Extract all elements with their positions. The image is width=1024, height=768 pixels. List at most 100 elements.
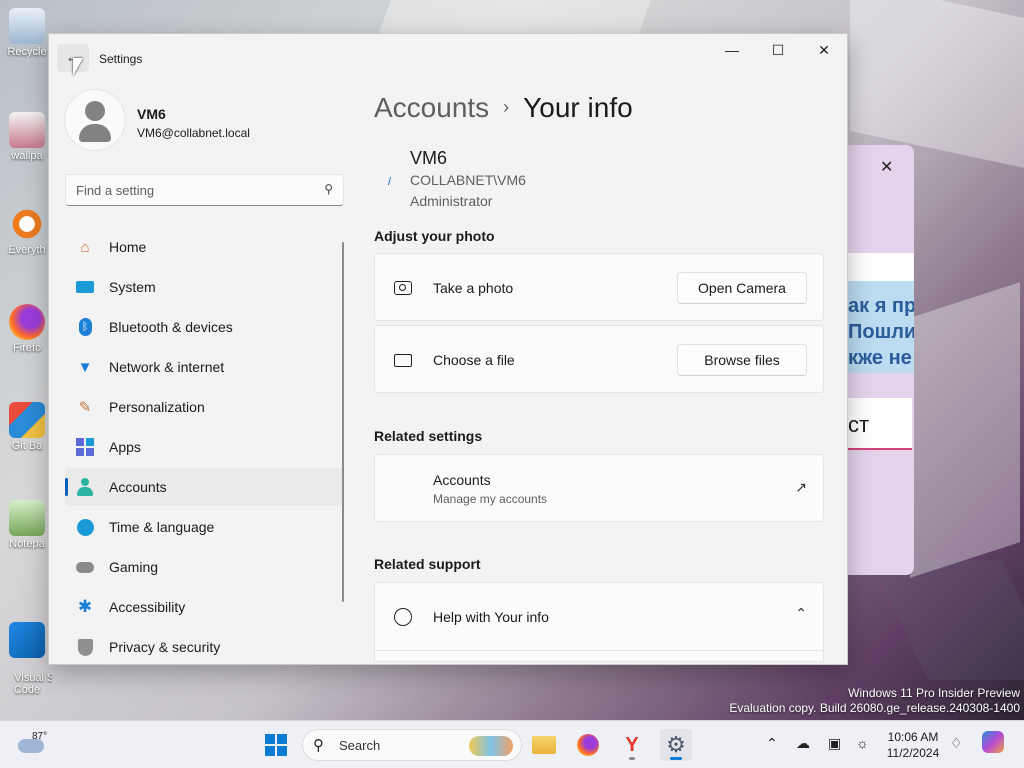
maximize-button[interactable]: ☐: [755, 34, 801, 66]
minimize-button[interactable]: —: [709, 34, 755, 66]
profile-name: VM6: [137, 106, 166, 122]
accounts-link-card[interactable]: Accounts Manage my accounts ↗: [374, 454, 824, 522]
start-button[interactable]: [265, 734, 287, 756]
sidebar-item-privacy-security[interactable]: Privacy & security: [65, 628, 343, 664]
dialog-text-line: ак я пр: [848, 295, 914, 317]
sidebar-item-label: Privacy & security: [109, 639, 221, 655]
weather-widget[interactable]: 87°: [14, 729, 54, 761]
browse-files-button[interactable]: Browse files: [677, 344, 807, 376]
sidebar-item-label: System: [109, 279, 156, 295]
help-your-info-label: Help with Your info: [433, 609, 549, 625]
yandex-taskbar-button[interactable]: Y: [616, 729, 648, 761]
user-name: VM6: [410, 148, 448, 168]
weather-temp: 87°: [32, 731, 48, 742]
sidebar-item-time-language[interactable]: Time & language: [65, 508, 343, 546]
sidebar-item-bluetooth[interactable]: ᛒ Bluetooth & devices: [65, 308, 343, 346]
dialog-input[interactable]: ст: [846, 398, 912, 450]
search-icon: ⚲: [313, 737, 324, 754]
chevron-up-icon[interactable]: ⌃: [795, 605, 807, 622]
file-explorer-button[interactable]: [528, 729, 560, 761]
close-icon: ✕: [818, 41, 830, 58]
desktop-icon-vscode[interactable]: Visual St Code: [2, 598, 52, 708]
profile-card[interactable]: VM6 VM6@collabnet.local: [65, 90, 345, 158]
chevron-up-icon[interactable]: ⌃: [766, 735, 778, 752]
watermark-line2: Evaluation copy. Build 26080.ge_release.…: [729, 701, 1020, 715]
notepad-icon: [9, 500, 45, 536]
find-setting-search[interactable]: ⚲: [65, 174, 344, 206]
vscode-icon: [9, 622, 45, 658]
desktop-icon-recycle-bin[interactable]: Recycle: [2, 8, 52, 58]
folder-icon: [393, 350, 413, 370]
gear-icon: ⚙: [666, 732, 686, 757]
magnifier-icon: [9, 206, 45, 242]
open-camera-button[interactable]: Open Camera: [677, 272, 807, 304]
bell-icon[interactable]: ♢: [950, 735, 963, 752]
desktop-icon-firefox[interactable]: Firefo: [2, 304, 52, 354]
external-link-icon: ↗: [795, 479, 807, 495]
title-bar[interactable]: ← Settings — ☐ ✕: [49, 34, 847, 82]
brush-icon: ✎: [78, 399, 92, 416]
sidebar-item-personalization[interactable]: ✎ Personalization: [65, 388, 343, 426]
breadcrumb-parent[interactable]: Accounts: [374, 92, 489, 123]
firefox-taskbar-button[interactable]: [572, 729, 604, 761]
apps-icon: [75, 438, 95, 456]
sidebar-item-accessibility[interactable]: ✱ Accessibility: [65, 588, 343, 626]
sidebar-item-accounts[interactable]: Accounts: [65, 468, 343, 506]
dialog-text-line: Пошли: [848, 321, 914, 343]
git-bash-icon: [9, 402, 45, 438]
section-title-related-settings: Related settings: [374, 428, 483, 444]
taskbar-search-label: Search: [339, 738, 381, 753]
sidebar-item-label: Apps: [109, 439, 141, 455]
sidebar-nav: ⌂ Home System ᛒ Bluetooth & devices ▼ Ne…: [65, 228, 343, 664]
loading-indicator-icon: /: [388, 176, 392, 188]
system-icon: [75, 278, 95, 296]
desktop-icon-notepad[interactable]: Notepa: [2, 500, 52, 550]
desktop-icon-wallpaper[interactable]: wallpa: [2, 112, 52, 162]
sidebar-item-label: Accounts: [109, 479, 167, 495]
desktop-icon-everything[interactable]: Everyth: [2, 206, 52, 256]
network-icon[interactable]: ▣: [828, 735, 841, 752]
globe-help-icon: [393, 607, 413, 627]
desktop-icon-label: Recycle: [7, 46, 47, 58]
desktop-icon-label: wallpa: [11, 150, 43, 162]
settings-taskbar-button[interactable]: ⚙: [660, 729, 692, 761]
minimize-icon: —: [725, 42, 739, 58]
image-icon: [9, 112, 45, 148]
sidebar-item-label: Bluetooth & devices: [109, 319, 233, 335]
search-highlight-icon: [469, 736, 513, 756]
copilot-icon[interactable]: [982, 731, 1004, 753]
desktop-icon-git-bash[interactable]: Git Ba: [2, 402, 52, 452]
close-icon[interactable]: ✕: [880, 157, 893, 177]
recycle-bin-icon: [9, 8, 45, 44]
divider: [375, 650, 823, 651]
sidebar-item-gaming[interactable]: Gaming: [65, 548, 343, 586]
taskbar: 87° ⚲ Search Y ⚙ ⌃ ☁ ▣ ☼ 10:06 AM 11/2/2…: [0, 720, 1024, 768]
globe-clock-icon: [75, 518, 95, 536]
background-dialog: ✕ ак я пр Пошли кже не ст: [846, 145, 914, 575]
sidebar-item-system[interactable]: System: [65, 268, 343, 306]
clock-time: 10:06 AM: [887, 730, 939, 744]
sidebar-item-home[interactable]: ⌂ Home: [65, 228, 343, 266]
close-button[interactable]: ✕: [801, 34, 847, 66]
accounts-icon: [75, 478, 95, 496]
take-photo-label: Take a photo: [433, 280, 514, 296]
mouse-cursor-icon: [73, 58, 83, 76]
search-input[interactable]: [76, 181, 306, 199]
sidebar-item-label: Home: [109, 239, 147, 255]
home-icon: ⌂: [80, 238, 90, 256]
language-icon[interactable]: ☼: [856, 735, 869, 751]
sidebar-item-network[interactable]: ▼ Network & internet: [65, 348, 343, 386]
window-title: Settings: [99, 52, 143, 66]
clock-date: 11/2/2024: [886, 746, 940, 760]
user-role: Administrator: [410, 193, 493, 209]
sidebar-scrollbar[interactable]: [342, 242, 344, 602]
help-your-info-card[interactable]: Help with Your info ⌃: [374, 582, 824, 662]
sidebar-item-label: Accessibility: [109, 599, 186, 615]
settings-window: ← Settings — ☐ ✕ VM6 VM6@collabnet.local…: [48, 33, 848, 665]
taskbar-search[interactable]: ⚲ Search: [302, 729, 522, 761]
folder-icon: [532, 736, 556, 754]
sidebar-item-apps[interactable]: Apps: [65, 428, 343, 466]
clock[interactable]: 10:06 AM 11/2/2024: [880, 729, 946, 761]
cloud-offline-icon[interactable]: ☁: [796, 735, 810, 752]
desktop-icon-label: Git Ba: [11, 440, 43, 452]
